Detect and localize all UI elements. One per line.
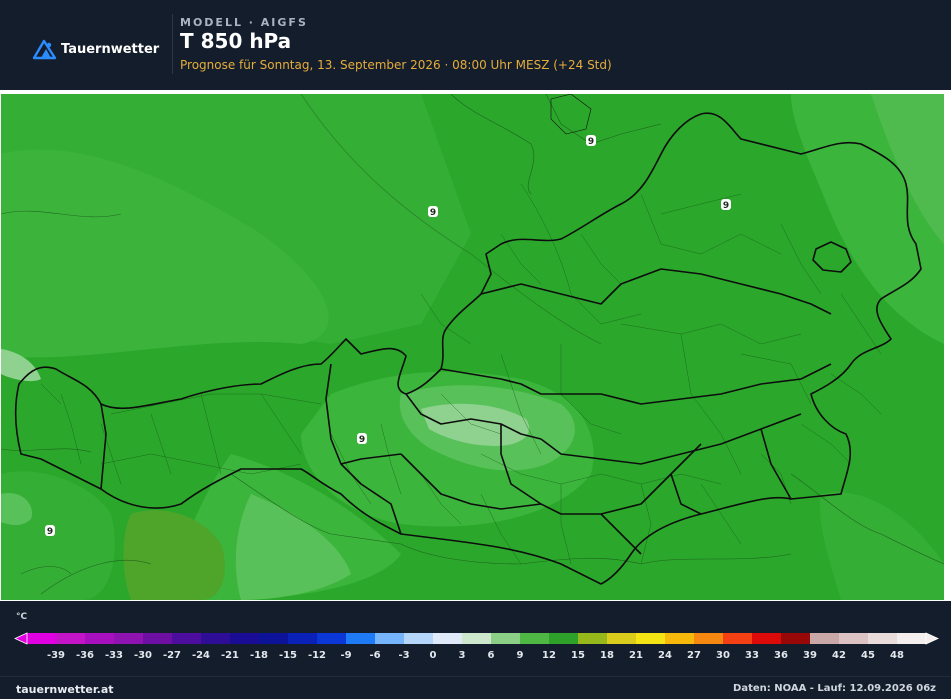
- legend-tick-label: 0: [430, 650, 437, 661]
- data-credit: Daten: NOAA - Lauf: 12.09.2026 06z: [733, 683, 936, 694]
- footer-divider: [0, 676, 951, 677]
- legend-bin: [897, 633, 927, 644]
- legend-bin: [665, 633, 695, 644]
- isotherm-label: 9: [586, 135, 596, 147]
- legend-tick-label: -39: [47, 650, 65, 661]
- legend-tick-label: 27: [687, 650, 701, 661]
- legend-tick-label: -33: [105, 650, 123, 661]
- legend-tick-label: 30: [716, 650, 730, 661]
- legend-tick-label: 42: [832, 650, 846, 661]
- legend-bin: [839, 633, 869, 644]
- isotherm-label: 9: [721, 199, 731, 211]
- svg-text:9: 9: [723, 201, 729, 211]
- legend-bin: [85, 633, 115, 644]
- legend-tick-label: -9: [340, 650, 351, 661]
- legend-bin: [491, 633, 521, 644]
- legend-bin: [752, 633, 782, 644]
- legend-bin: [346, 633, 376, 644]
- legend-bin: [114, 633, 144, 644]
- legend-tick-label: -30: [134, 650, 152, 661]
- legend-ticks: -39 -36 -33 -30 -27 -24 -21 -18 -15 -12 -9 -6 -3 0 3 6 9…: [47, 650, 904, 661]
- legend-tick-label: 39: [803, 650, 817, 661]
- isotherm-label: 9: [428, 206, 438, 218]
- legend-bin: [288, 633, 318, 644]
- header-divider: [172, 14, 173, 74]
- legend-tick-label: -12: [308, 650, 326, 661]
- isotherm-label: 9: [357, 433, 367, 445]
- legend-bin: [27, 633, 57, 644]
- header-bar: Tauernwetter MODELL · AIGFS T 850 hPa Pr…: [0, 0, 951, 90]
- legend-min-arrow: [14, 632, 28, 645]
- legend-bin: [781, 633, 811, 644]
- legend-bin: [607, 633, 637, 644]
- legend-bin: [259, 633, 289, 644]
- legend-tick-label: -36: [76, 650, 94, 661]
- legend-bin: [636, 633, 666, 644]
- forecast-time: Prognose für Sonntag, 13. September 2026…: [180, 58, 612, 72]
- legend-tick-label: -6: [369, 650, 380, 661]
- mountain-logo-icon: [32, 39, 57, 60]
- legend-bins: [14, 632, 939, 645]
- legend-tick-label: -18: [250, 650, 268, 661]
- legend-bin: [317, 633, 347, 644]
- legend-bin: [143, 633, 173, 644]
- legend-tick-label: 21: [629, 650, 643, 661]
- legend-tick-label: -15: [279, 650, 297, 661]
- svg-text:9: 9: [430, 208, 436, 218]
- site-link[interactable]: tauernwetter.at: [16, 683, 114, 696]
- legend-tick-label: 33: [745, 650, 759, 661]
- legend-bin: [230, 633, 260, 644]
- legend-bin: [201, 633, 231, 644]
- legend-bin: [578, 633, 608, 644]
- legend-bin: [520, 633, 550, 644]
- legend-bin: [694, 633, 724, 644]
- color-legend: °C -39 -36 -33 -30 -27 -24 -21 -18 -15 -12 -9 -6 -3 0…: [0, 601, 951, 699]
- legend-bin: [172, 633, 202, 644]
- legend-tick-label: -3: [398, 650, 409, 661]
- legend-tick-label: -21: [221, 650, 239, 661]
- temperature-map[interactable]: 9 9 9 9 9: [1, 94, 944, 600]
- map-panel: 9 9 9 9 9: [0, 90, 951, 601]
- legend-bin: [810, 633, 840, 644]
- legend-max-arrow: [925, 632, 939, 645]
- legend-bin: [549, 633, 579, 644]
- legend-bin: [868, 633, 898, 644]
- legend-tick-label: 24: [658, 650, 672, 661]
- legend-bin: [462, 633, 492, 644]
- legend-bin: [56, 633, 86, 644]
- legend-scale: -39 -36 -33 -30 -27 -24 -21 -18 -15 -12 -9 -6 -3 0 3 6 9…: [14, 632, 939, 661]
- legend-unit: °C: [16, 612, 28, 622]
- legend-tick-label: 6: [488, 650, 495, 661]
- svg-text:9: 9: [588, 137, 594, 147]
- svg-text:9: 9: [47, 527, 53, 537]
- legend-tick-label: 45: [861, 650, 875, 661]
- svg-text:9: 9: [359, 435, 365, 445]
- legend-tick-label: 12: [542, 650, 556, 661]
- map-title: T 850 hPa: [180, 29, 292, 53]
- legend-bin: [433, 633, 463, 644]
- legend-tick-label: -24: [192, 650, 210, 661]
- legend-tick-label: 9: [517, 650, 524, 661]
- model-label: MODELL · AIGFS: [180, 16, 308, 29]
- legend-bin: [723, 633, 753, 644]
- legend-bin: [375, 633, 405, 644]
- legend-tick-label: 48: [890, 650, 904, 661]
- isotherm-label: 9: [45, 525, 55, 537]
- legend-tick-label: 3: [459, 650, 466, 661]
- legend-tick-label: -27: [163, 650, 181, 661]
- legend-tick-label: 36: [774, 650, 788, 661]
- brand-name: Tauernwetter: [61, 41, 160, 57]
- legend-tick-label: 15: [571, 650, 585, 661]
- legend-tick-label: 18: [600, 650, 614, 661]
- brand-logo[interactable]: Tauernwetter: [32, 36, 159, 62]
- legend-bin: [404, 633, 434, 644]
